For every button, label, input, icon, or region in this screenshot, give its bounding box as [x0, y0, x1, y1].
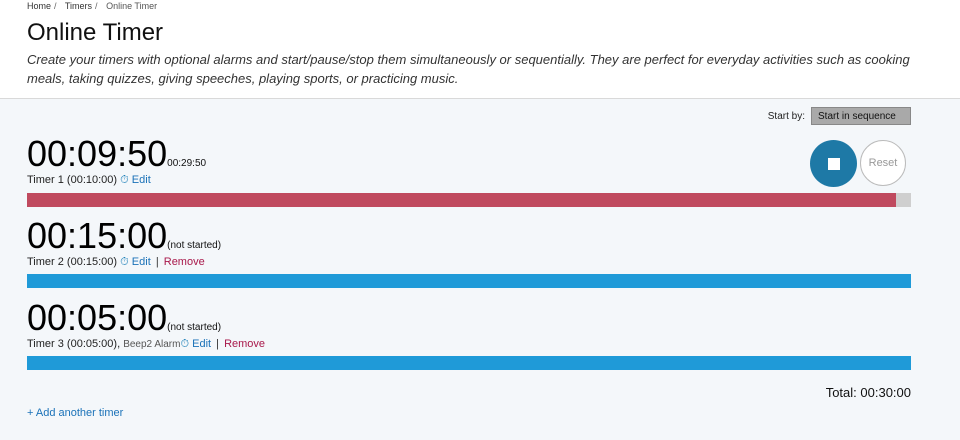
timer-name: Timer 3 (00:05:00), — [27, 338, 121, 350]
stopwatch-icon: ⏱ — [180, 338, 190, 350]
timer-progress-bar — [27, 274, 911, 288]
timer-display: 00:09:50 — [27, 133, 168, 174]
timer-name: Timer 1 (00:10:00) — [27, 174, 118, 186]
timer-edit-link[interactable]: Edit — [192, 338, 211, 350]
timer-status: (not started) — [167, 240, 222, 251]
timer-item: 00:05:00(not started) Timer 3 (00:05:00)… — [27, 300, 911, 351]
stopwatch-icon: ⏱ — [120, 256, 129, 268]
link-separator: | — [155, 256, 159, 268]
stop-button[interactable] — [810, 140, 857, 187]
timer-progress-bar — [27, 356, 911, 370]
timer-progress-bar — [27, 193, 911, 207]
progress-fill — [27, 356, 911, 370]
start-by-control: Start by: Start in sequence — [768, 107, 911, 125]
breadcrumb-separator: / — [54, 1, 57, 11]
timer-display: 00:15:00 — [27, 215, 168, 256]
timer-display: 00:05:00 — [27, 297, 168, 338]
timer-name: Timer 2 (00:15:00) — [27, 256, 118, 268]
timer-status: (not started) — [167, 322, 222, 333]
breadcrumb: Home / Timers / Online Timer — [27, 1, 160, 11]
timer-alarm-name: Beep2 Alarm — [123, 339, 181, 350]
progress-fill — [27, 193, 896, 207]
timer-remove-link[interactable]: Remove — [224, 338, 265, 350]
add-timer-link[interactable]: + Add another timer — [27, 407, 123, 419]
breadcrumb-current: Online Timer — [106, 1, 158, 11]
stop-icon — [827, 157, 840, 170]
progress-fill — [27, 274, 911, 288]
breadcrumb-separator: / — [95, 1, 98, 11]
page-description: Create your timers with optional alarms … — [27, 52, 910, 86]
start-by-select[interactable]: Start in sequence — [811, 107, 911, 125]
stopwatch-icon: ⏱ — [120, 174, 129, 186]
start-by-label: Start by: — [767, 110, 805, 122]
timer-remove-link[interactable]: Remove — [164, 256, 205, 268]
timer-item: 00:09:5000:29:50 Timer 1 (00:10:00) ⏱ Ed… — [27, 136, 911, 187]
breadcrumb-timers[interactable]: Timers — [65, 1, 92, 11]
page-header: Home / Timers / Online Timer Online Timer … — [0, 0, 960, 99]
timer-edit-link[interactable]: Edit — [132, 174, 151, 186]
timer-item: 00:15:00(not started) Timer 2 (00:15:00)… — [27, 218, 911, 269]
reset-button[interactable]: Reset — [860, 140, 906, 186]
link-separator: | — [216, 338, 220, 350]
timer-edit-link[interactable]: Edit — [132, 256, 151, 268]
page-title: Online Timer — [27, 19, 164, 46]
breadcrumb-home[interactable]: Home — [27, 1, 51, 11]
timer-total-remaining: 00:29:50 — [167, 158, 207, 169]
timer-panel: Start by: Start in sequence 00:09:5000:2… — [0, 99, 960, 440]
total-time: Total: 00:30:00 — [825, 385, 911, 400]
